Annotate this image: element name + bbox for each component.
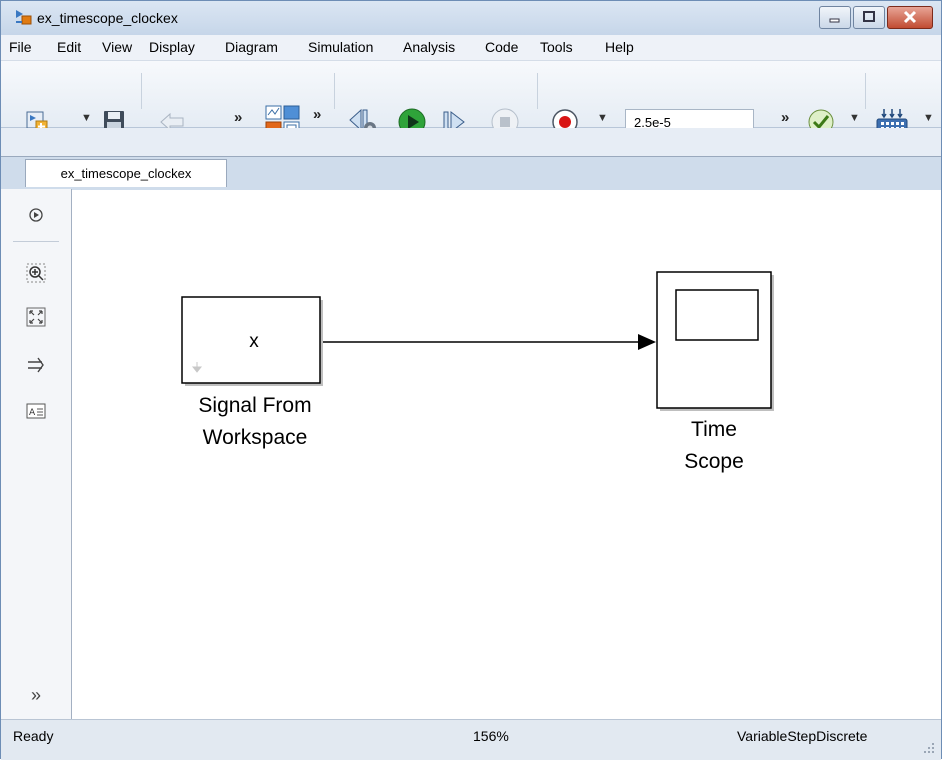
model-window: ex_timescope_clockex File Edit View Disp…	[0, 0, 942, 760]
advisor-dropdown-icon[interactable]: ▼	[849, 112, 860, 124]
menu-bar: File Edit View Display Diagram Simulatio…	[1, 35, 941, 61]
diagram-canvas[interactable]: x Signal From Workspace Time Scope	[72, 190, 941, 719]
menu-code[interactable]: Code	[485, 39, 518, 55]
scope-block-label-line1: Time	[691, 418, 737, 441]
fit-to-view-icon[interactable]	[26, 307, 46, 327]
menu-view[interactable]: View	[102, 39, 132, 55]
annotation-icon[interactable]: A	[26, 401, 46, 421]
scope-block-label-line2: Scope	[684, 450, 744, 473]
source-block-label-line2: Workspace	[202, 426, 308, 449]
record-dropdown-icon[interactable]: ▼	[597, 112, 608, 124]
palette-divider	[13, 241, 59, 242]
source-block-label-line1: Signal From	[198, 394, 312, 417]
maximize-button[interactable]	[853, 6, 885, 29]
left-palette: A »	[1, 189, 72, 719]
window-controls	[817, 6, 933, 29]
resize-grip-icon[interactable]	[923, 742, 935, 754]
menu-file[interactable]: File	[9, 39, 32, 55]
status-solver[interactable]: VariableStepDiscrete	[737, 728, 867, 744]
arrow-connection-icon[interactable]	[26, 355, 46, 375]
svg-text:A: A	[29, 408, 36, 418]
build-dropdown-icon[interactable]: ▼	[923, 112, 934, 124]
toolbar-overflow-2-icon[interactable]: »	[313, 106, 321, 123]
window-title: ex_timescope_clockex	[37, 10, 178, 26]
title-bar: ex_timescope_clockex	[1, 1, 941, 35]
status-bar: Ready 156% VariableStepDiscrete	[1, 719, 941, 760]
menu-display[interactable]: Display	[149, 39, 195, 55]
menu-diagram[interactable]: Diagram	[225, 39, 278, 55]
new-model-dropdown-icon[interactable]: ▼	[81, 112, 92, 124]
menu-help[interactable]: Help	[605, 39, 634, 55]
status-ready: Ready	[13, 728, 54, 744]
toolbar-overflow-3-icon[interactable]: »	[781, 109, 789, 126]
tab-model[interactable]: ex_timescope_clockex	[25, 159, 227, 187]
menu-tools[interactable]: Tools	[540, 39, 573, 55]
tab-strip	[1, 128, 941, 157]
zoom-icon[interactable]	[26, 263, 46, 283]
toolbar-overflow-1-icon[interactable]: »	[234, 109, 242, 126]
close-button[interactable]	[887, 6, 933, 29]
diagram-drawing	[181, 271, 774, 411]
maximize-icon	[863, 11, 875, 22]
minimize-icon	[829, 18, 840, 23]
hide-show-browser-icon[interactable]	[26, 205, 46, 225]
toolbar	[1, 61, 941, 128]
signal-arrowhead	[638, 334, 656, 350]
scope-screen-icon	[675, 289, 759, 341]
menu-edit[interactable]: Edit	[57, 39, 81, 55]
expand-palette-icon[interactable]: »	[26, 685, 46, 705]
status-zoom: 156%	[473, 728, 509, 744]
simulink-model-icon	[16, 10, 32, 25]
menu-analysis[interactable]: Analysis	[403, 39, 455, 55]
source-block-symbol: x	[249, 331, 259, 352]
minimize-button[interactable]	[819, 6, 851, 29]
menu-simulation[interactable]: Simulation	[308, 39, 373, 55]
close-icon	[903, 10, 917, 24]
time-scope-block[interactable]	[656, 271, 774, 411]
